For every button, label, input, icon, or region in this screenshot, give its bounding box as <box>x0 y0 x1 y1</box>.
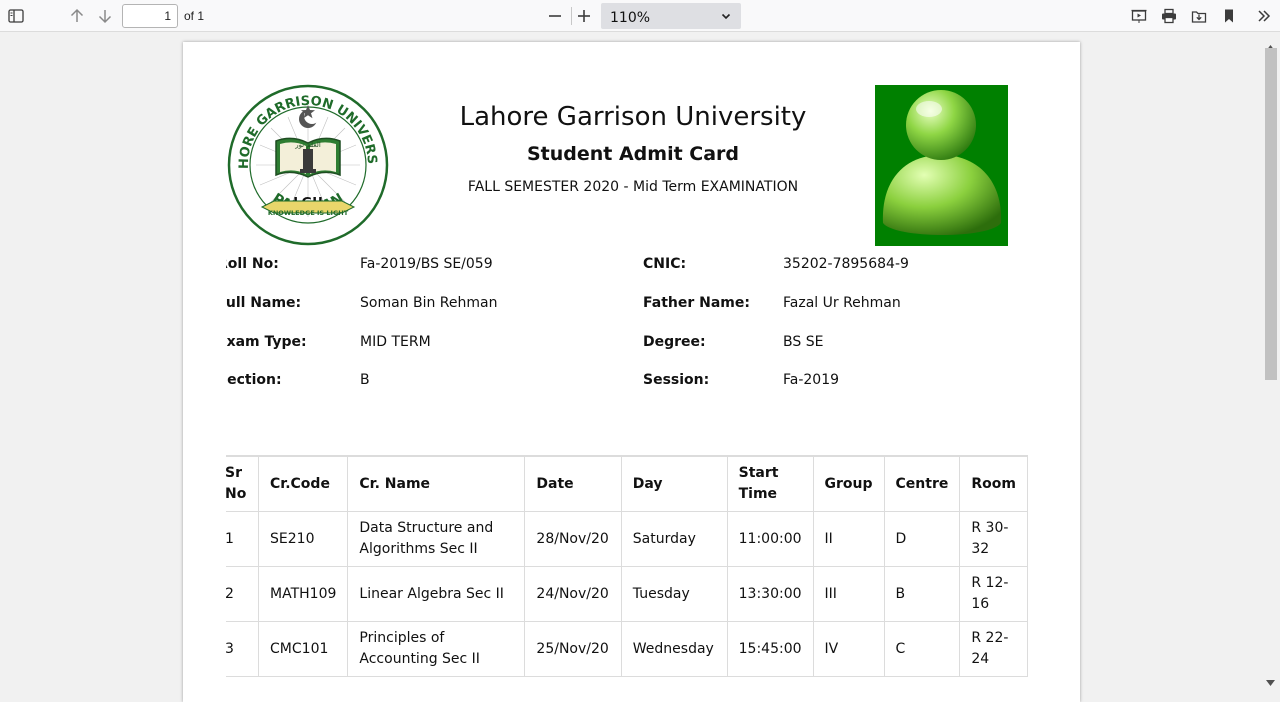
cell-centre: D <box>883 511 961 567</box>
degree-label: Degree: <box>643 334 706 350</box>
table-row: 1 SE210 Data Structure and Algorithms Se… <box>226 511 1028 567</box>
cell-sr-no: 1 <box>226 511 260 567</box>
header-start-time: Start Time <box>726 455 814 512</box>
header-course-code: Cr.Code <box>258 455 349 512</box>
admit-card: LAHORE GARRISON UNIVERSITY PAKISTAN العل… <box>226 42 1040 702</box>
father-name-label: Father Name: <box>643 295 750 311</box>
cell-start-time: 15:45:00 <box>726 621 814 677</box>
scrollbar-thumb[interactable] <box>1265 48 1277 380</box>
cell-date: 24/Nov/20 <box>524 566 622 622</box>
header-centre: Centre <box>883 455 961 512</box>
exam-type-value: MID TERM <box>360 334 431 350</box>
next-page-icon[interactable] <box>95 6 115 26</box>
chevron-down-icon <box>721 10 731 24</box>
zoom-in-icon[interactable] <box>574 6 594 26</box>
pdf-page: LAHORE GARRISON UNIVERSITY PAKISTAN العل… <box>183 42 1080 702</box>
scroll-down-arrow-icon[interactable] <box>1266 671 1275 690</box>
cell-sr-no: 2 <box>226 566 260 622</box>
cell-course-code: SE210 <box>258 511 349 567</box>
roll-no-value: Fa-2019/BS SE/059 <box>360 256 493 272</box>
cell-start-time: 11:00:00 <box>726 511 814 567</box>
section-label: Section: <box>226 372 282 388</box>
cell-course-name: Principles of Accounting Sec II <box>347 621 526 677</box>
cell-day: Wednesday <box>620 621 728 677</box>
university-name: Lahore Garrison University <box>459 102 807 132</box>
section-value: B <box>360 372 370 388</box>
table-row: 3 CMC101 Principles of Accounting Sec II… <box>226 621 1028 677</box>
cell-group: IV <box>812 621 885 677</box>
page-number-input[interactable] <box>122 4 178 28</box>
full-name-label: Full Name: <box>226 295 302 311</box>
save-download-icon[interactable] <box>1189 6 1209 26</box>
pdf-toolbar: of 1 110% <box>0 0 1280 32</box>
cell-room: R 22-24 <box>959 621 1028 677</box>
cell-course-name: Linear Algebra Sec II <box>347 566 526 622</box>
zoom-out-icon[interactable] <box>545 6 565 26</box>
table-row: 2 MATH109 Linear Algebra Sec II 24/Nov/2… <box>226 566 1028 622</box>
cell-room: R 30-32 <box>959 511 1028 567</box>
cell-date: 25/Nov/20 <box>524 621 622 677</box>
bookmark-icon[interactable] <box>1219 6 1239 26</box>
session-value: Fa-2019 <box>783 372 840 388</box>
cnic-value: 35202-7895684-9 <box>783 256 909 272</box>
toolbar-divider <box>571 7 572 25</box>
cell-centre: C <box>883 621 961 677</box>
sidebar-toggle-icon[interactable] <box>6 7 26 25</box>
semester-title: FALL SEMESTER 2020 - Mid Term EXAMINATIO… <box>467 179 799 195</box>
cell-room: R 12-16 <box>959 566 1028 622</box>
page-total-label: of 1 <box>184 9 205 23</box>
header-course-name: Cr. Name <box>347 455 526 512</box>
zoom-select[interactable]: 110% <box>601 3 741 29</box>
cell-group: III <box>812 566 885 622</box>
previous-page-icon[interactable] <box>67 6 87 26</box>
cell-course-code: CMC101 <box>258 621 349 677</box>
header-date: Date <box>524 455 622 512</box>
cell-course-code: MATH109 <box>258 566 349 622</box>
zoom-value: 110% <box>610 10 651 26</box>
logo-urdu-text: العلم نور <box>294 141 321 149</box>
presentation-mode-icon[interactable] <box>1129 6 1149 26</box>
header-day: Day <box>620 455 728 512</box>
cell-day: Tuesday <box>620 566 728 622</box>
cell-day: Saturday <box>620 511 728 567</box>
cell-date: 28/Nov/20 <box>524 511 622 567</box>
cell-course-name: Data Structure and Algorithms Sec II <box>347 511 526 567</box>
cell-start-time: 13:30:00 <box>726 566 814 622</box>
full-name-value: Soman Bin Rehman <box>360 295 498 311</box>
cell-group: II <box>812 511 885 567</box>
header-group: Group <box>812 455 885 512</box>
print-icon[interactable] <box>1159 6 1179 26</box>
father-name-value: Fazal Ur Rehman <box>783 295 901 311</box>
admit-card-title: Student Admit Card <box>526 143 740 165</box>
cell-sr-no: 3 <box>226 621 260 677</box>
university-logo: LAHORE GARRISON UNIVERSITY PAKISTAN العل… <box>226 72 390 251</box>
exam-type-label: Exam Type: <box>226 334 307 350</box>
header-room: Room <box>959 455 1028 512</box>
exam-schedule-table: Sr No Cr.Code Cr. Name Date Day Start Ti… <box>226 455 1028 677</box>
table-header-row: Sr No Cr.Code Cr. Name Date Day Start Ti… <box>226 455 1028 512</box>
degree-value: BS SE <box>783 334 824 350</box>
logo-motto-text: KNOWLEDGE IS LIGHT <box>268 209 349 217</box>
session-label: Session: <box>643 372 710 388</box>
roll-no-label: Roll No: <box>226 256 279 272</box>
tools-menu-icon[interactable] <box>1254 6 1274 26</box>
cnic-label: CNIC: <box>643 256 687 272</box>
header-sr-no: Sr No <box>226 455 260 512</box>
student-photo <box>875 85 1008 246</box>
cell-centre: B <box>883 566 961 622</box>
